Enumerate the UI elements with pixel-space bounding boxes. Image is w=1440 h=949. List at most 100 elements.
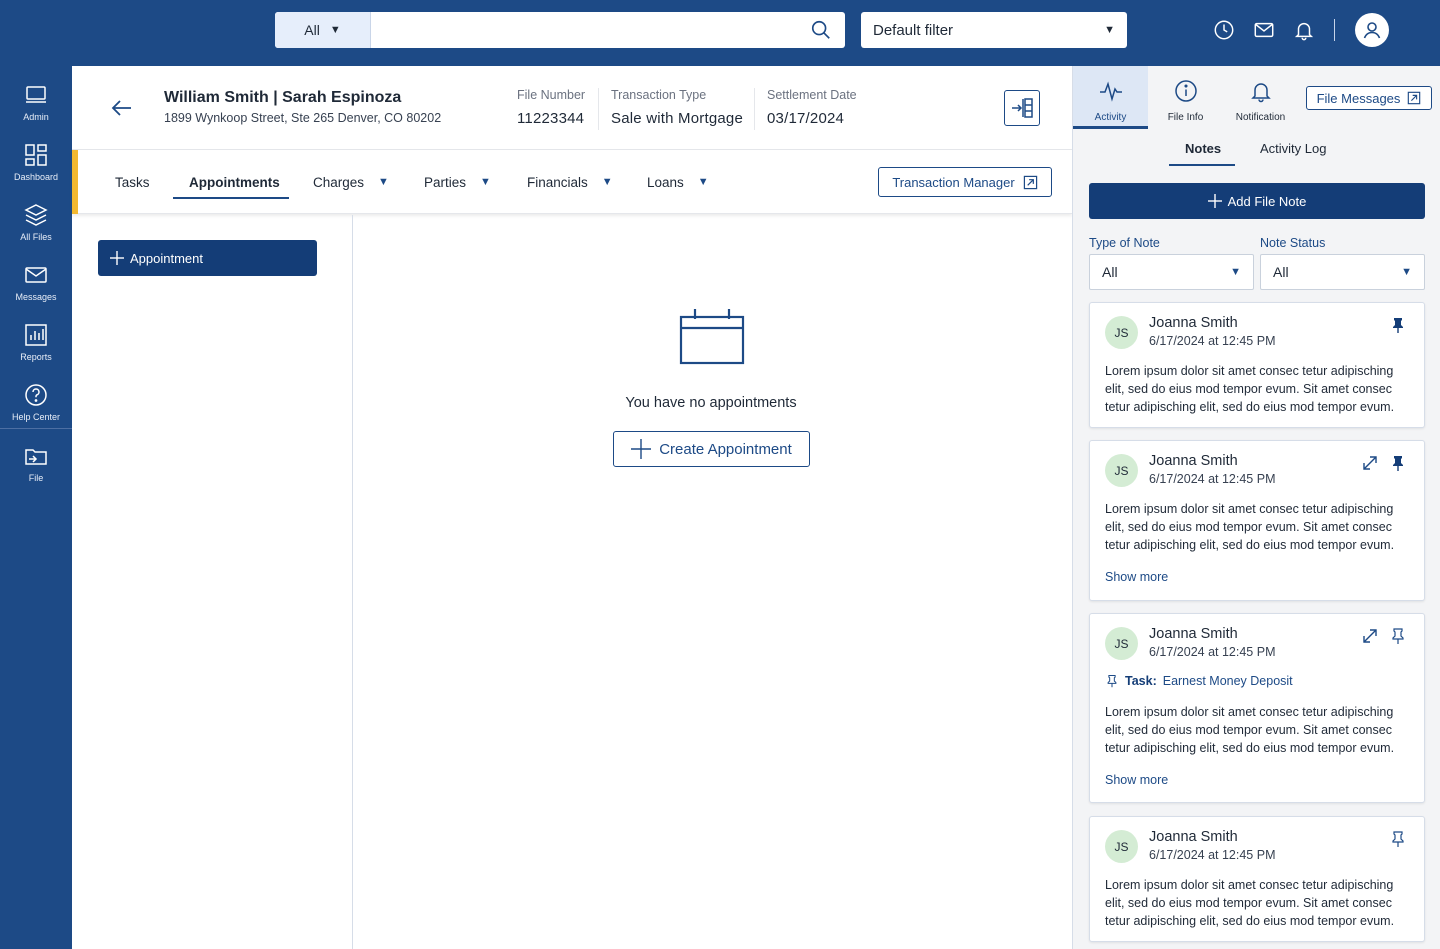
filter-select[interactable]: Default filter ▼ [861,12,1127,48]
clock-icon[interactable] [1212,18,1236,42]
meta-divider [598,88,599,130]
file-messages-button[interactable]: File Messages [1306,86,1432,110]
note-body: Lorem ipsum dolor sit amet consec tetur … [1105,364,1395,414]
create-appointment-label: Create Appointment [659,440,792,458]
note-date: 6/17/2024 at 12:45 PM [1149,848,1276,862]
search-input[interactable] [371,12,797,48]
show-more-link[interactable]: Show more [1105,570,1168,584]
tab-label: Appointments [189,174,280,190]
settlement-date-label: Settlement Date [767,88,857,102]
top-icon-group [1212,13,1389,47]
pin-outline-icon[interactable] [1389,830,1407,848]
sidebar-item-help-center[interactable]: Help Center [0,368,72,426]
sidebar-item-file[interactable]: File [0,429,72,487]
back-arrow-icon[interactable] [110,96,134,120]
tab-file-info[interactable]: File Info [1148,66,1223,129]
file-number-block: File Number 11223344 [517,88,585,127]
tab-charges[interactable]: Charges ▼ [313,157,389,207]
sidebar-item-dashboard[interactable]: Dashboard [0,128,72,186]
transaction-type-block: Transaction Type Sale with Mortgage [611,88,743,127]
activity-icon [1099,81,1122,102]
tab-notification[interactable]: Notification [1223,66,1298,129]
pin-filled-icon[interactable] [1389,316,1407,334]
layers-icon [24,204,48,226]
expand-icon[interactable] [1361,627,1379,645]
sidebar-item-admin[interactable]: Admin [0,68,72,126]
search-icon[interactable] [797,12,845,48]
accent-bar [72,150,78,214]
transaction-type-label: Transaction Type [611,88,707,102]
tab-appointments[interactable]: Appointments [189,157,280,207]
add-appointment-label: Appointment [130,250,203,266]
tab-parties[interactable]: Parties ▼ [424,157,491,207]
subtab-activity-log[interactable]: Activity Log [1260,141,1326,156]
note-card[interactable]: JS Joanna Smith 6/17/2024 at 12:45 PM Lo… [1089,440,1425,601]
note-task-link[interactable]: Task: Earnest Money Deposit [1105,674,1293,688]
notes-subtabs: Notes Activity Log [1073,129,1440,169]
tab-tasks[interactable]: Tasks [115,157,150,207]
sidebar-item-reports[interactable]: Reports [0,308,72,366]
bell-icon [1250,83,1271,103]
tab-label: Parties [424,174,467,190]
caret-down-icon: ▼ [1104,24,1115,36]
caret-down-icon: ▼ [329,24,341,36]
toolbar-divider [1334,19,1335,41]
note-author: Joanna Smith [1149,829,1238,845]
note-author: Joanna Smith [1149,626,1238,642]
note-date: 6/17/2024 at 12:45 PM [1149,645,1276,659]
avatar: JS [1105,627,1138,660]
activity-panel-tabs: Activity File Info Notification File Mes… [1073,66,1440,129]
file-messages-label: File Messages [1316,90,1401,106]
tab-label: Financials [527,174,588,190]
caret-down-icon: ▼ [1401,266,1412,278]
mail-icon[interactable] [1252,18,1276,42]
sidebar-item-all-files[interactable]: All Files [0,188,72,246]
add-appointment-button[interactable]: Appointment [98,240,317,276]
property-address: 1899 Wynkoop Street, Ste 265 Denver, CO … [164,111,442,125]
bell-icon[interactable] [1292,18,1316,42]
transaction-manager-label: Transaction Manager [892,174,1015,190]
note-date: 6/17/2024 at 12:45 PM [1149,334,1276,348]
file-header: William Smith | Sarah Espinoza 1899 Wynk… [72,66,1072,150]
settlement-date-block: Settlement Date 03/17/2024 [767,88,857,127]
file-tabs: Tasks Appointments Charges ▼ Parties ▼ F… [72,150,1072,214]
note-card[interactable]: JS Joanna Smith 6/17/2024 at 12:45 PM Lo… [1089,302,1425,428]
type-of-note-select[interactable]: All ▼ [1089,254,1254,290]
subtab-notes[interactable]: Notes [1185,141,1221,156]
caret-down-icon: ▼ [378,176,389,188]
pin-filled-icon[interactable] [1389,454,1407,472]
avatar: JS [1105,830,1138,863]
note-date: 6/17/2024 at 12:45 PM [1149,472,1276,486]
note-status-select[interactable]: All ▼ [1260,254,1425,290]
note-body: Lorem ipsum dolor sit amet consec tetur … [1105,878,1395,928]
search-scope-select[interactable]: All ▼ [275,12,371,48]
note-status-label: Note Status [1260,236,1326,250]
add-file-note-button[interactable]: Add File Note [1089,183,1425,219]
type-of-note-value: All [1102,264,1118,280]
top-bar: All ▼ Default filter ▼ [0,0,1440,66]
tab-financials[interactable]: Financials ▼ [527,157,613,207]
type-of-note-label: Type of Note [1089,236,1160,250]
caret-down-icon: ▼ [601,176,613,188]
caret-down-icon: ▼ [697,176,709,188]
show-more-link[interactable]: Show more [1105,773,1168,787]
note-card[interactable]: JS Joanna Smith 6/17/2024 at 12:45 PM Lo… [1089,816,1425,942]
sidebar: Admin Dashboard All Files Messages Repor… [0,66,72,949]
transaction-type-value: Sale with Mortgage [611,110,744,127]
active-tab-indicator [173,197,289,199]
sidebar-item-label: File [28,473,44,483]
create-appointment-button[interactable]: Create Appointment [613,431,810,467]
task-prefix: Task: [1125,674,1157,688]
transaction-manager-button[interactable]: Transaction Manager [878,167,1052,197]
user-avatar[interactable] [1355,13,1389,47]
pin-outline-icon[interactable] [1389,627,1407,645]
tab-activity[interactable]: Activity [1073,66,1148,129]
note-card[interactable]: JS Joanna Smith 6/17/2024 at 12:45 PM Ta… [1089,613,1425,803]
tab-loans[interactable]: Loans ▼ [647,157,709,207]
collapse-panel-button[interactable] [1004,90,1040,126]
help-icon [25,384,47,406]
expand-icon[interactable] [1361,454,1379,472]
sidebar-item-messages[interactable]: Messages [0,248,72,306]
tab-label: Loans [647,174,684,190]
tab-label: Activity [1094,112,1127,123]
